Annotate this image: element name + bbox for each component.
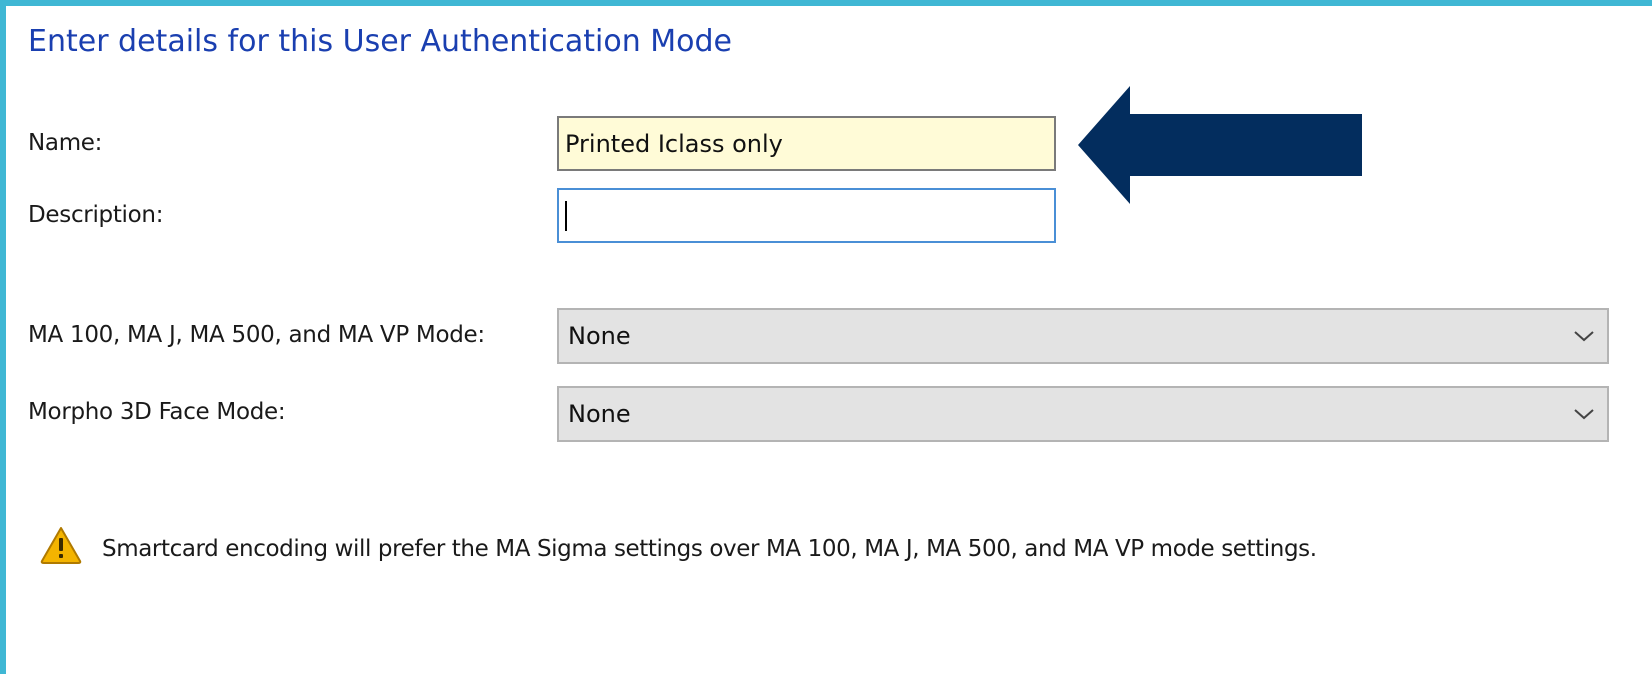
face-mode-select-value: None: [568, 400, 631, 428]
face-mode-select[interactable]: None: [557, 386, 1609, 442]
ma-mode-select[interactable]: None: [557, 308, 1609, 364]
text-cursor: [565, 200, 567, 231]
left-arrow-icon: [1078, 86, 1362, 204]
warning-icon: [40, 527, 82, 564]
name-label: Name:: [28, 130, 103, 156]
face-mode-label: Morpho 3D Face Mode:: [28, 399, 286, 425]
ma-mode-select-value: None: [568, 322, 631, 350]
page-title: Enter details for this User Authenticati…: [28, 24, 733, 59]
chevron-down-icon: [1574, 409, 1594, 420]
warning-message: Smartcard encoding will prefer the MA Si…: [102, 536, 1317, 562]
name-field[interactable]: Printed Iclass only: [557, 116, 1056, 171]
name-field-value: Printed Iclass only: [565, 129, 783, 158]
chevron-down-icon: [1574, 331, 1594, 342]
description-field[interactable]: [557, 188, 1056, 243]
description-label: Description:: [28, 202, 164, 228]
details-panel: Enter details for this User Authenticati…: [6, 6, 1652, 674]
ma-mode-label: MA 100, MA J, MA 500, and MA VP Mode:: [28, 322, 485, 348]
